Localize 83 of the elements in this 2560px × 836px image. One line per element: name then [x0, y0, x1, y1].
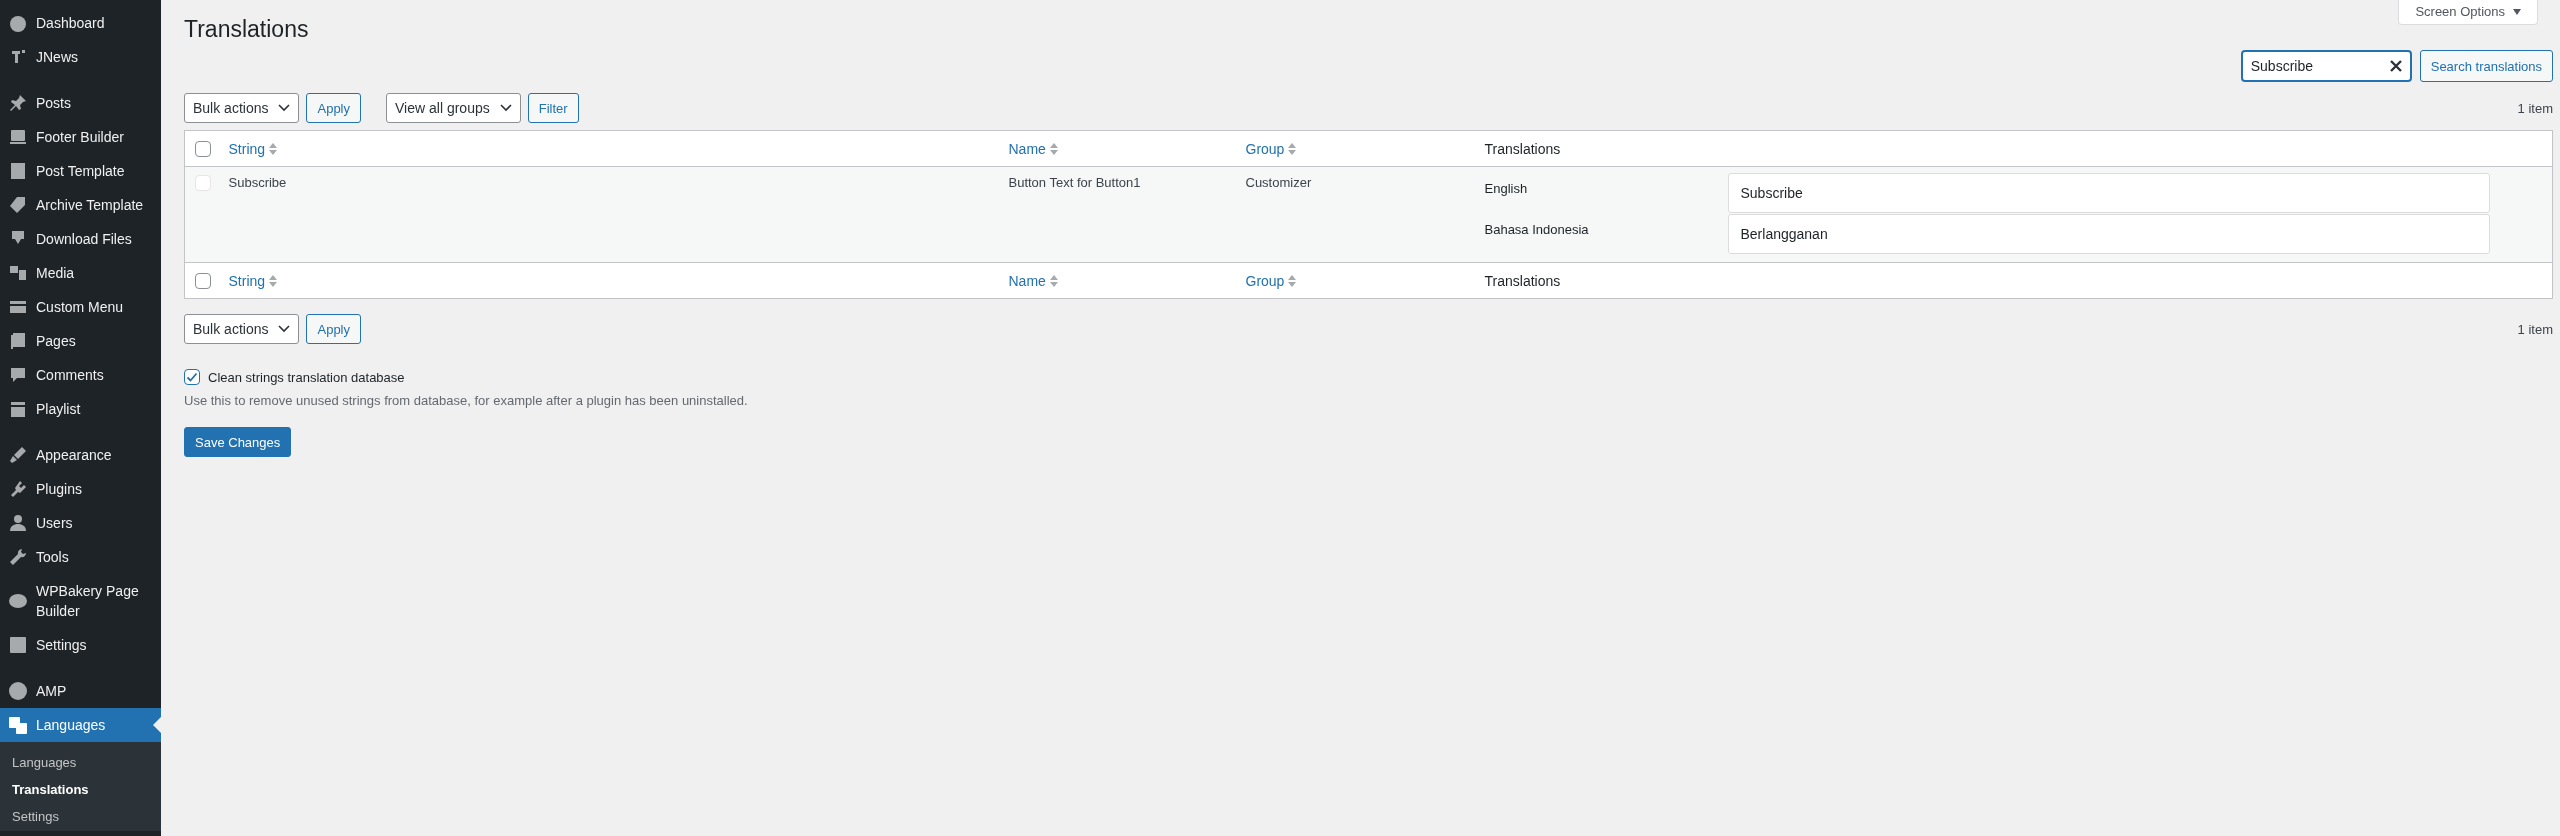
bulk-actions-dropdown[interactable]: Bulk actions [184, 314, 300, 344]
group-cell-text: Customizer [1245, 175, 1313, 190]
sidebar-item[interactable]: Languages [0, 708, 161, 742]
search-field[interactable]: Subscribe [2240, 50, 2412, 82]
screen-options-button[interactable]: Screen Options [2398, 0, 2538, 25]
menu-icon [8, 161, 28, 181]
checkbox[interactable] [194, 272, 211, 289]
bulk-actions-dropdown[interactable]: Bulk actions [184, 93, 300, 123]
language-label: English [1484, 180, 1529, 196]
menu-icon [8, 635, 28, 655]
sort-icon [1049, 142, 1058, 155]
item-count: 1 item [2517, 321, 2553, 337]
sidebar-item[interactable]: Tools [0, 540, 161, 574]
chevron-icon [499, 104, 512, 112]
menu-icon [8, 681, 28, 701]
search-button[interactable]: Search translations [2419, 50, 2553, 82]
menu-icon [8, 263, 28, 283]
translation-field[interactable]: Berlangganan [1727, 214, 2490, 254]
group-filter-dropdown[interactable]: View all groups [386, 93, 521, 123]
sort-icon [1049, 274, 1058, 287]
sidebar-item[interactable]: Custom Menu [0, 290, 161, 324]
caret-icon [2513, 8, 2521, 15]
menu-icon [8, 547, 28, 567]
sidebar-item[interactable]: Media [0, 256, 161, 290]
name-cell-text: Button Text for Button1 [1008, 175, 1142, 190]
sidebar-item[interactable]: Pages [0, 324, 161, 358]
sidebar-item[interactable]: JNews [0, 40, 161, 74]
menu-icon [8, 445, 28, 465]
column-header[interactable]: String [228, 140, 278, 157]
submenu-item[interactable]: Translations [0, 777, 161, 804]
clear-icon [2389, 60, 2402, 72]
menu-icon [8, 331, 28, 351]
checkbox[interactable] [194, 140, 211, 157]
sidebar-item[interactable]: Appearance [0, 438, 161, 472]
sort-icon [269, 142, 278, 155]
sidebar-item[interactable]: Playlist [0, 392, 161, 426]
menu-icon [8, 13, 28, 33]
apply-button[interactable]: Apply [306, 314, 361, 344]
sidebar-item[interactable]: Dashboard [0, 6, 161, 40]
column-header: Translations [1484, 272, 1561, 289]
column-header: Translations [1484, 140, 1561, 157]
string-cell-text: Subscribe [228, 175, 288, 190]
column-header[interactable]: String [228, 272, 278, 289]
translation-field[interactable]: Subscribe [1727, 173, 2490, 213]
sidebar-item[interactable]: Footer Builder [0, 120, 161, 154]
chevron-icon [278, 104, 291, 112]
sort-icon [269, 274, 278, 287]
page-title: Translations [184, 15, 309, 44]
column-header[interactable]: Group [1245, 140, 1297, 157]
filter-button[interactable]: Filter [527, 93, 579, 123]
description-text: Use this to remove unused strings from database, for example after a plugin has been uninstalled. [184, 393, 749, 408]
language-label: Bahasa Indonesia [1484, 221, 1590, 237]
sidebar-item[interactable]: WPBakery Page Builder [0, 574, 161, 628]
column-header[interactable]: Name [1008, 140, 1058, 157]
item-count: 1 item [2517, 100, 2553, 116]
submenu-item[interactable]: Settings [0, 804, 161, 831]
menu-icon [8, 513, 28, 533]
menu-icon [8, 195, 28, 215]
submenu-item[interactable]: Languages [0, 750, 161, 777]
column-header[interactable]: Name [1008, 272, 1058, 289]
sidebar-item[interactable]: Comments [0, 358, 161, 392]
sort-icon [1288, 274, 1297, 287]
sidebar-item[interactable]: Posts [0, 86, 161, 120]
apply-button[interactable]: Apply [306, 93, 361, 123]
checkbox[interactable] [184, 369, 200, 385]
sidebar-item[interactable]: Archive Template [0, 188, 161, 222]
menu-icon [8, 715, 28, 735]
chevron-icon [278, 325, 291, 333]
menu-icon [8, 127, 28, 147]
sidebar-item[interactable]: Plugins [0, 472, 161, 506]
sidebar-item[interactable]: AMP [0, 674, 161, 708]
menu-icon [8, 591, 28, 611]
sort-icon [1288, 142, 1297, 155]
sidebar-item[interactable]: Post Template [0, 154, 161, 188]
sidebar-item[interactable]: Settings [0, 628, 161, 662]
menu-icon [8, 93, 28, 113]
sidebar-item[interactable]: Download Files [0, 222, 161, 256]
save-changes-button[interactable]: Save Changes [184, 427, 292, 457]
sidebar-item[interactable]: Users [0, 506, 161, 540]
menu-icon [8, 399, 28, 419]
checkbox-label: Clean strings translation database [208, 369, 405, 385]
column-header[interactable]: Group [1245, 272, 1297, 289]
menu-icon [8, 365, 28, 385]
